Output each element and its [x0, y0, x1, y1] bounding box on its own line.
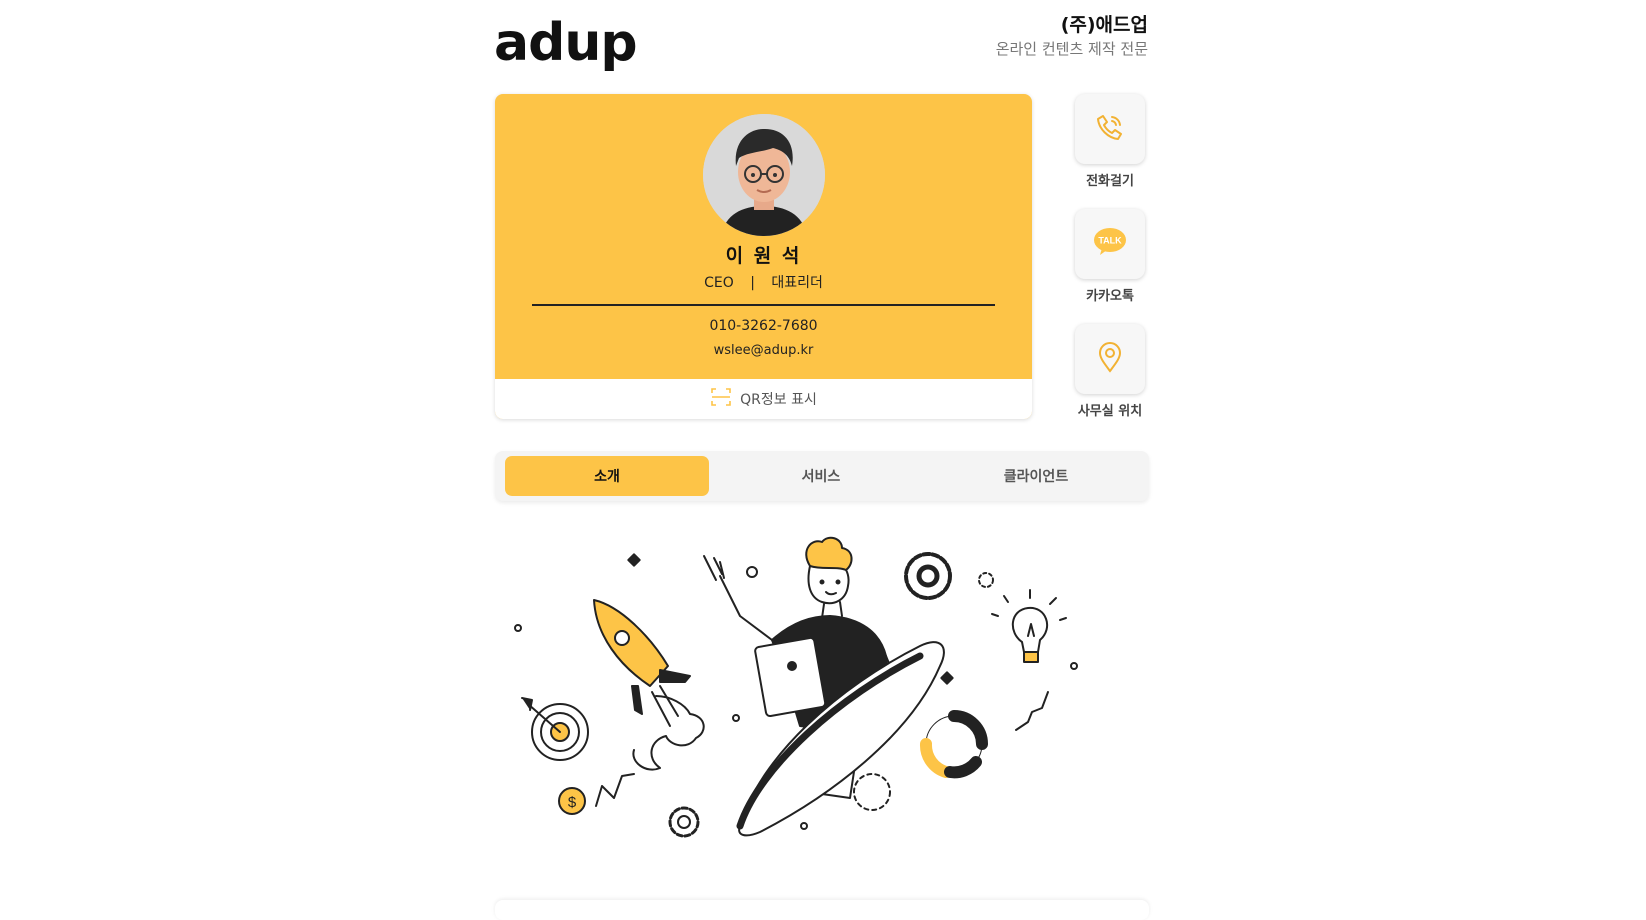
svg-text:$: $ [568, 794, 577, 811]
rocket-icon [593, 599, 705, 771]
call-button[interactable] [1075, 94, 1145, 164]
card-divider [532, 304, 995, 306]
kakao-talk-icon-text: TALK [1098, 236, 1122, 246]
content-card [495, 900, 1149, 920]
call-label: 전화걸기 [1086, 174, 1134, 189]
small-gear-icon [668, 806, 700, 838]
tab-services[interactable]: 서비스 [719, 456, 923, 496]
profile-card: 이 원 석 CEO | 대표리더 010-3262-7680 wslee@adu… [495, 94, 1032, 419]
lightbulb-icon [991, 589, 1067, 663]
adup-logo[interactable]: adup [494, 8, 638, 78]
qr-scan-icon [710, 387, 732, 411]
startup-illustration: $ [514, 536, 1078, 838]
gear-icon [904, 552, 952, 600]
target-icon [521, 697, 589, 761]
person-name: 이 원 석 [725, 245, 802, 267]
tab-clients[interactable]: 클라이언트 [933, 456, 1139, 496]
qr-info-button[interactable]: QR정보 표시 [495, 379, 1032, 419]
job-position: 대표리더 [771, 275, 823, 291]
role-separator: | [750, 275, 755, 291]
call-action[interactable]: 전화걸기 [1074, 94, 1146, 189]
location-pin-icon [1095, 341, 1125, 377]
phone-icon [1094, 111, 1126, 147]
office-location-label: 사무실 위치 [1077, 404, 1143, 419]
kakaotalk-button[interactable]: TALK [1075, 209, 1145, 279]
office-location-button[interactable] [1075, 324, 1145, 394]
role-line: CEO | 대표리더 [495, 272, 1032, 292]
coin-icon: $ [558, 787, 586, 815]
office-location-action[interactable]: 사무실 위치 [1074, 324, 1146, 419]
email-address[interactable]: wslee@adup.kr [495, 343, 1032, 358]
section-tabs: 소개 서비스 클라이언트 [495, 451, 1149, 501]
donut-chart-icon [920, 710, 988, 779]
kakaotalk-label: 카카오톡 [1086, 289, 1134, 304]
company-name: (주)애드업 [1060, 14, 1148, 36]
tab-intro[interactable]: 소개 [505, 456, 709, 496]
qr-info-label: QR정보 표시 [740, 392, 817, 408]
kakao-talk-icon: TALK [1092, 227, 1128, 261]
kakaotalk-action[interactable]: TALK 카카오톡 [1074, 209, 1146, 304]
company-info: (주)애드업 온라인 컨텐츠 제작 전문 [996, 12, 1148, 60]
company-tagline: 온라인 컨텐츠 제작 전문 [995, 40, 1148, 58]
job-title: CEO [704, 275, 734, 291]
profile-avatar [703, 114, 825, 236]
phone-number[interactable]: 010-3262-7680 [495, 318, 1032, 334]
